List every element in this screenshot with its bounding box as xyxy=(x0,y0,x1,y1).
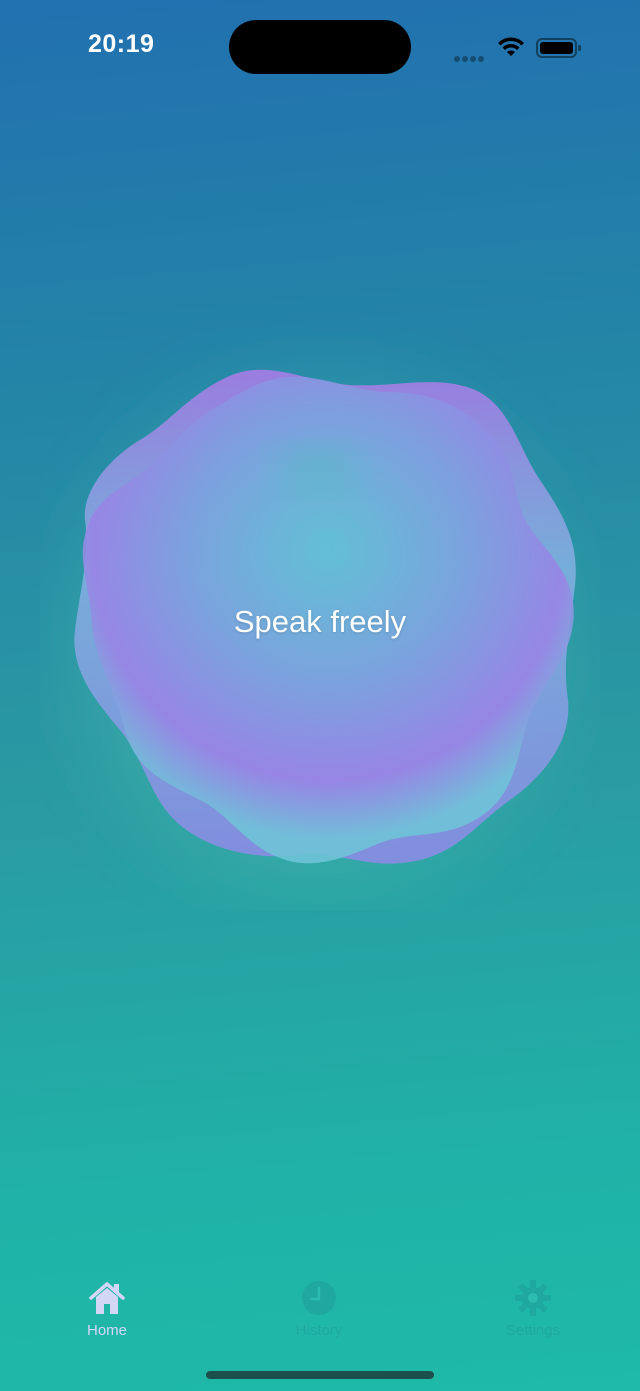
house-icon xyxy=(89,1282,125,1314)
tab-bar: Home History Settings xyxy=(0,1270,640,1360)
tab-home-label: Home xyxy=(86,1322,127,1339)
tab-settings[interactable]: Settings xyxy=(463,1270,603,1350)
clock-icon xyxy=(302,1281,336,1315)
cellular-signal-icon xyxy=(454,49,488,62)
tab-history-label: History xyxy=(295,1322,343,1339)
home-indicator[interactable] xyxy=(206,1371,434,1379)
dynamic-island xyxy=(229,20,411,74)
gear-icon xyxy=(515,1280,551,1316)
status-time: 20:19 xyxy=(88,30,155,58)
speak-prompt: Speak freely xyxy=(233,604,407,639)
tab-home[interactable]: Home xyxy=(37,1270,177,1350)
battery-icon xyxy=(536,38,581,58)
tab-history[interactable]: History xyxy=(249,1270,389,1350)
tab-settings-label: Settings xyxy=(505,1322,561,1339)
status-bar: 20:19 xyxy=(0,0,640,96)
wifi-icon xyxy=(498,37,524,56)
